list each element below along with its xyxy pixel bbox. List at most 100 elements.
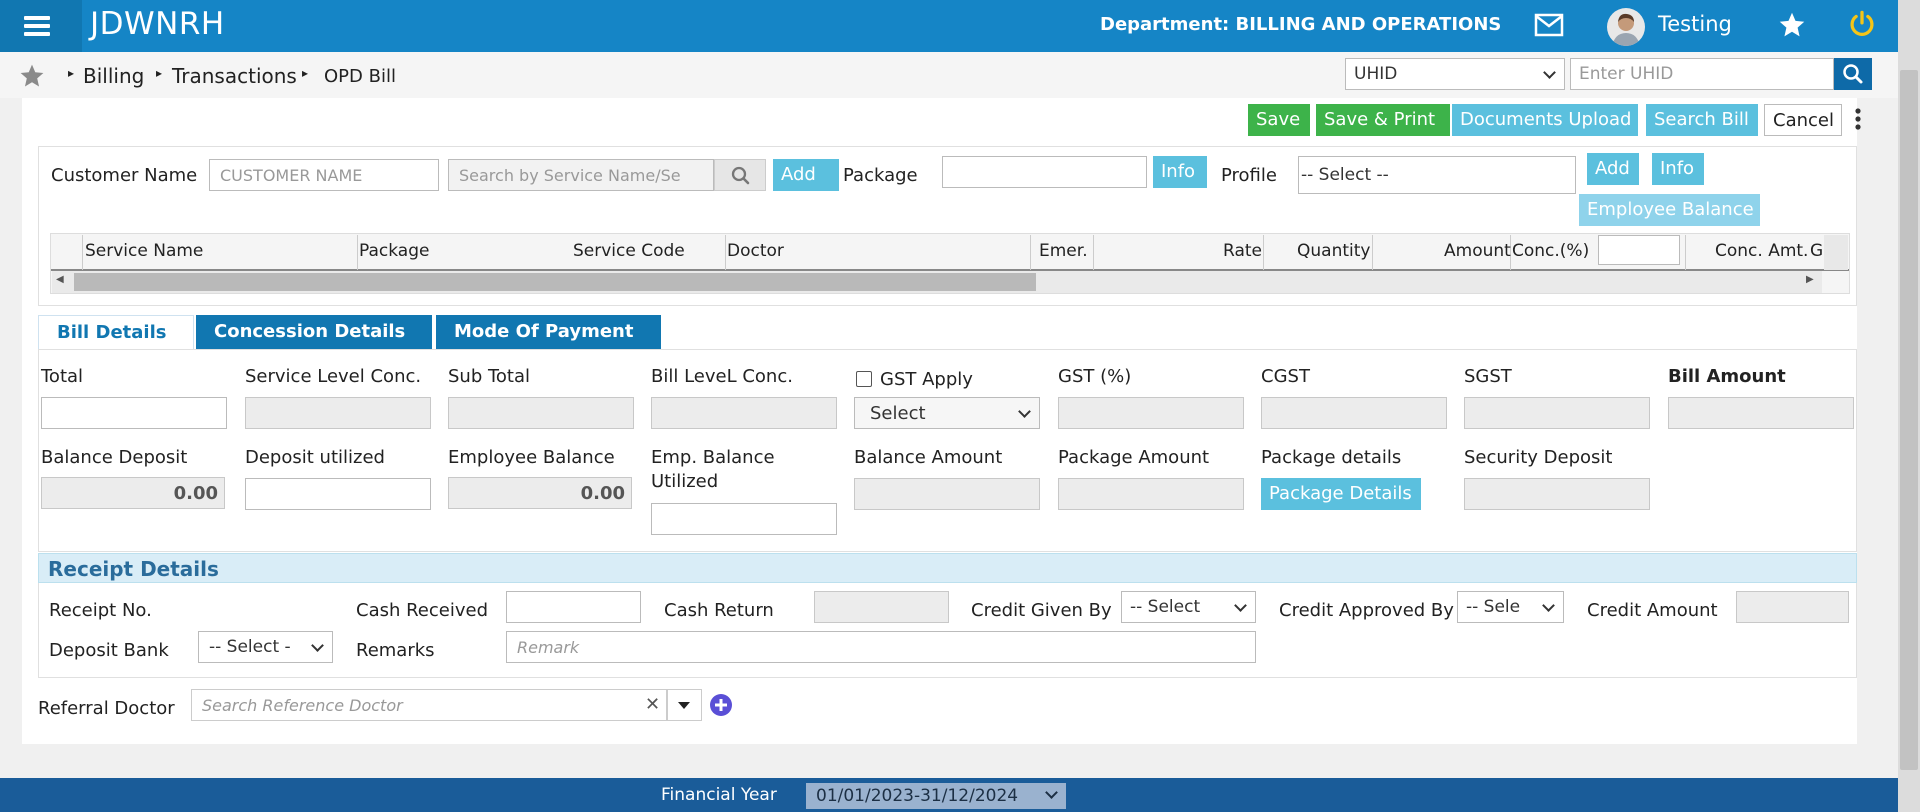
cancel-button[interactable]: Cancel [1764,104,1842,136]
credit-given-by-select[interactable]: -- Select [1121,591,1256,623]
total-input[interactable] [41,397,227,429]
package-input[interactable] [942,156,1147,188]
add-profile-button[interactable]: Add [1587,153,1639,185]
service-level-conc-field [245,397,431,429]
save-button[interactable]: Save [1248,104,1310,136]
power-icon[interactable] [1848,10,1876,38]
scroll-left-icon[interactable]: ◀ [56,274,64,285]
breadcrumb-opd-bill: OPD Bill [324,66,396,87]
uhid-input[interactable]: Enter UHID [1570,58,1834,90]
caret-down-icon [678,702,690,709]
tab-mode-of-payment[interactable]: Mode Of Payment [436,315,661,349]
employee-balance-label: Employee Balance [448,447,615,468]
grid-vertical-scrollbar[interactable] [1824,235,1848,270]
profile-select[interactable]: -- Select -- [1298,156,1576,194]
add-service-button[interactable]: Add [773,159,839,191]
page-scroll-thumb[interactable] [1900,70,1918,770]
balance-amount-field [854,478,1040,510]
cash-received-input[interactable] [506,591,641,623]
employee-balance-button[interactable]: Employee Balance [1579,194,1760,226]
column-g[interactable]: G [1810,241,1823,261]
gst-pct-label: GST (%) [1058,366,1132,387]
chevron-down-icon [1045,786,1058,799]
breadcrumb-transactions[interactable]: Transactions [172,64,297,88]
department-label: Department: BILLING AND OPERATIONS [1100,14,1502,35]
column-service-code[interactable]: Service Code [573,241,685,261]
save-print-button[interactable]: Save & Print [1316,104,1450,136]
financial-year-label: Financial Year [661,785,777,805]
uhid-search-button[interactable] [1834,58,1872,90]
cash-return-field [814,591,949,623]
menu-toggle-button[interactable] [0,0,82,52]
column-conc-amt[interactable]: Conc. Amt. [1715,241,1808,261]
search-bill-button[interactable]: Search Bill [1646,104,1758,136]
star-icon[interactable] [1778,11,1806,39]
user-name[interactable]: Testing [1658,12,1732,36]
deposit-utilized-input[interactable] [245,478,431,510]
cash-return-label: Cash Return [664,600,774,621]
clear-icon[interactable]: ✕ [645,694,660,715]
sub-total-label: Sub Total [448,366,531,387]
column-package[interactable]: Package [359,241,429,261]
avatar[interactable] [1607,8,1645,46]
service-level-conc-label: Service Level Conc. [245,366,422,387]
tab-bill-details[interactable]: Bill Details [38,315,194,349]
profile-info-button[interactable]: Info [1652,153,1704,185]
financial-year-select[interactable]: 01/01/2023-31/12/2024 [806,783,1066,809]
gst-apply-checkbox[interactable] [856,371,872,387]
service-search-button[interactable] [714,159,766,191]
customer-name-input[interactable]: CUSTOMER NAME [209,159,439,191]
more-options-icon[interactable] [1852,106,1864,134]
uhid-type-select[interactable]: UHID [1345,58,1565,90]
favorite-star-icon[interactable] [19,63,45,89]
column-conc-pct[interactable]: Conc.(%) [1512,241,1589,261]
balance-deposit-label: Balance Deposit [41,447,188,468]
column-emer[interactable]: Emer. [1039,241,1088,261]
column-quantity[interactable]: Quantity [1297,241,1370,261]
service-search-input[interactable]: Search by Service Name/Se [448,159,714,191]
emp-balance-utilized-label-1: Emp. Balance [651,447,775,468]
documents-upload-button[interactable]: Documents Upload [1452,104,1638,136]
conc-pct-filter-input[interactable] [1598,235,1680,265]
hamburger-icon [24,16,50,20]
credit-amount-label: Credit Amount [1587,600,1718,621]
profile-label: Profile [1221,165,1277,186]
gst-select[interactable]: Select [854,397,1040,429]
column-amount[interactable]: Amount [1444,241,1511,261]
breadcrumb-billing[interactable]: Billing [83,64,144,88]
credit-approved-by-select[interactable]: -- Sele [1457,591,1564,623]
column-doctor[interactable]: Doctor [727,241,784,261]
package-label: Package [843,165,918,186]
credit-approved-by-label: Credit Approved By [1279,600,1454,621]
scroll-right-icon[interactable]: ▶ [1806,274,1814,285]
package-amount-field [1058,478,1244,510]
bill-amount-label: Bill Amount [1668,366,1786,387]
breadcrumb-arrow-icon: ▸ [156,66,163,80]
referral-doctor-dropdown[interactable] [667,689,702,721]
column-rate[interactable]: Rate [1223,241,1262,261]
credit-approved-by-value: -- Sele [1466,597,1521,617]
cash-received-label: Cash Received [356,600,489,621]
grid-scroll-thumb[interactable] [74,273,1036,291]
bill-level-conc-field [651,397,837,429]
deposit-bank-label: Deposit Bank [49,640,169,661]
deposit-bank-value: -- Select - [209,637,291,657]
chevron-down-icon [1542,599,1555,612]
chevron-down-icon [1018,405,1031,418]
column-service-name[interactable]: Service Name [85,241,203,261]
referral-doctor-input[interactable]: Search Reference Doctor [191,689,667,721]
package-details-button[interactable]: Package Details [1261,478,1421,510]
app-brand: JDWNRH [90,6,225,42]
tab-concession-details[interactable]: Concession Details [196,315,432,349]
mail-icon[interactable] [1534,13,1564,37]
remarks-input[interactable]: Remark [506,631,1256,663]
add-circle-icon[interactable] [709,693,733,717]
deposit-bank-select[interactable]: -- Select - [198,631,333,663]
credit-given-by-label: Credit Given By [971,600,1112,621]
package-info-button[interactable]: Info [1153,156,1207,188]
gst-apply-label: GST Apply [880,369,973,390]
security-deposit-label: Security Deposit [1464,447,1613,468]
emp-balance-utilized-input[interactable] [651,503,837,535]
referral-doctor-label: Referral Doctor [38,698,175,719]
cgst-field [1261,397,1447,429]
